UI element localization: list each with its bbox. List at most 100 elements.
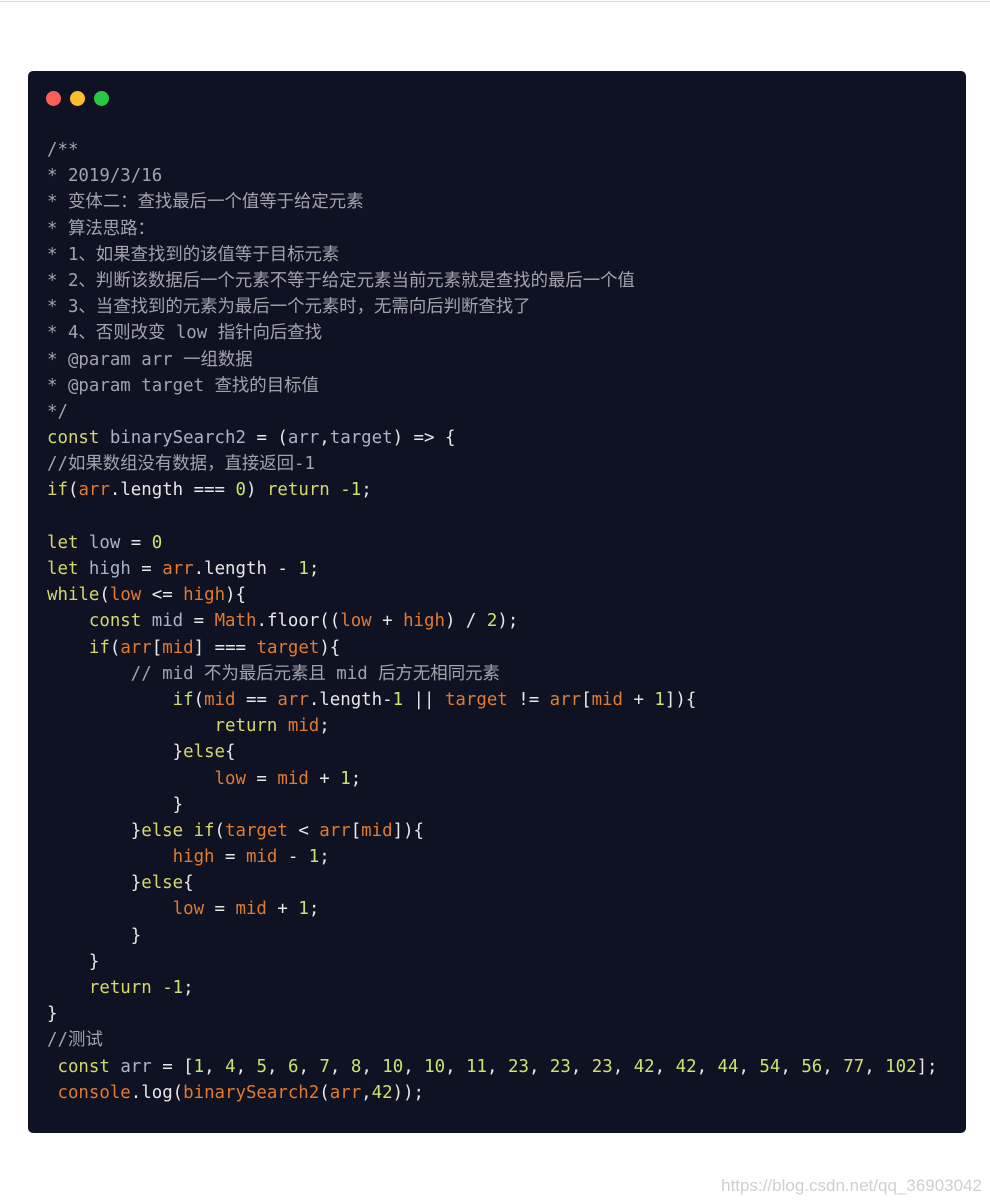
code-token: = [130, 559, 163, 579]
code-token: console [57, 1082, 131, 1103]
code-token: target [225, 820, 288, 841]
code-line: * 算法思路： [47, 216, 938, 242]
code-token: , [487, 1056, 508, 1077]
code-line: let low = 0 [47, 530, 938, 556]
code-token: .length- [308, 689, 393, 710]
code-token: * 变体二：查找最后一个值等于给定元素 [47, 192, 364, 213]
code-token: [ [350, 820, 362, 841]
code-block: /** * 2019/3/16 * 变体二：查找最后一个值等于给定元素 * 算法思路：… [47, 137, 938, 1106]
code-token: ; [319, 847, 330, 868]
code-token: arr [287, 428, 320, 449]
code-token: [ [151, 637, 163, 658]
code-token: mid [277, 768, 309, 789]
code-token: -1 [340, 480, 362, 501]
code-token: < [287, 820, 320, 841]
code-token: , [570, 1056, 592, 1077]
code-line: console.log(binarySearch2(arr,42)); [47, 1080, 938, 1106]
code-token: , [361, 1056, 383, 1077]
code-token: == [235, 689, 278, 710]
watermark: https://blog.csdn.net/qq_36903042 [721, 1176, 982, 1195]
code-token: else if [141, 820, 215, 841]
code-token: , [612, 1056, 634, 1077]
code-token: arr [162, 559, 194, 579]
code-token: target [444, 689, 508, 710]
code-token: arr [120, 637, 152, 658]
code-token: * @param arr 一组数据 [47, 349, 253, 370]
code-token: const [88, 611, 142, 632]
code-token: = ( [245, 428, 288, 449]
code-line: //如果数组没有数据，直接返回-1 [47, 451, 938, 477]
code-token: ( [319, 1082, 330, 1103]
code-token: } [47, 873, 142, 894]
code-token: = [ [151, 1056, 194, 1077]
code-token: mid [151, 611, 184, 632]
code-line: low = mid + 1; [47, 766, 938, 792]
code-token: high [88, 559, 131, 579]
code-token: if [88, 637, 110, 658]
code-token: high [403, 611, 445, 632]
code-token: ) => { [392, 428, 456, 449]
code-line: // mid 不为最后元素且 mid 后方无相同元素 [47, 661, 938, 687]
code-token: = [214, 847, 246, 868]
code-line: }else if(target < arr[mid]){ [47, 818, 938, 844]
code-token: return [266, 480, 330, 501]
code-token: { [183, 873, 194, 894]
code-token: ; [319, 716, 330, 737]
code-token: ]){ [392, 820, 425, 841]
code-token: 4 [225, 1056, 236, 1077]
code-token: mid [591, 689, 623, 710]
code-token: const [47, 428, 100, 449]
code-token: arr [329, 1082, 362, 1103]
code-token: // mid 不为最后元素且 mid 后方无相同元素 [47, 663, 500, 684]
code-line: } [47, 792, 938, 818]
code-token: .length === [109, 480, 236, 501]
code-token: 23 [591, 1056, 613, 1077]
code-token: 11 [466, 1056, 488, 1077]
code-token: ) / [444, 611, 487, 632]
code-token: ); [497, 611, 519, 632]
code-token: , [445, 1056, 467, 1077]
code-token: 1 [308, 847, 320, 868]
code-token: , [822, 1056, 844, 1077]
code-token: ( [109, 637, 121, 658]
code-token: } [47, 794, 184, 815]
code-token: , [329, 1056, 351, 1077]
code-token: 42 [675, 1056, 697, 1077]
code-token: 5 [256, 1056, 267, 1077]
code-token: [ [581, 689, 592, 710]
code-line: if(mid == arr.length-1 || target != arr[… [47, 687, 938, 713]
code-token: { [225, 742, 236, 763]
code-line: * 2019/3/16 [47, 163, 938, 189]
code-token: 10 [382, 1056, 404, 1077]
code-token: mid [204, 689, 236, 710]
code-line: }else{ [47, 870, 938, 896]
code-token: ){ [319, 637, 341, 658]
code-token: != [507, 689, 550, 710]
code-token: .log( [130, 1082, 184, 1103]
code-token: ; [361, 480, 372, 501]
code-token: = [245, 768, 278, 789]
code-token: } [47, 951, 100, 972]
code-token: } [47, 742, 184, 763]
code-token: ) [245, 480, 267, 501]
code-token: ){ [225, 585, 246, 606]
code-token: mid [287, 716, 320, 737]
code-token: ]; [916, 1056, 938, 1077]
code-line: } [47, 923, 938, 949]
code-token: //测试 [47, 1030, 103, 1051]
code-token: low [172, 899, 205, 920]
code-token: 1 [298, 899, 309, 920]
code-token: 1 [193, 1056, 205, 1077]
code-token: } [47, 1004, 58, 1025]
